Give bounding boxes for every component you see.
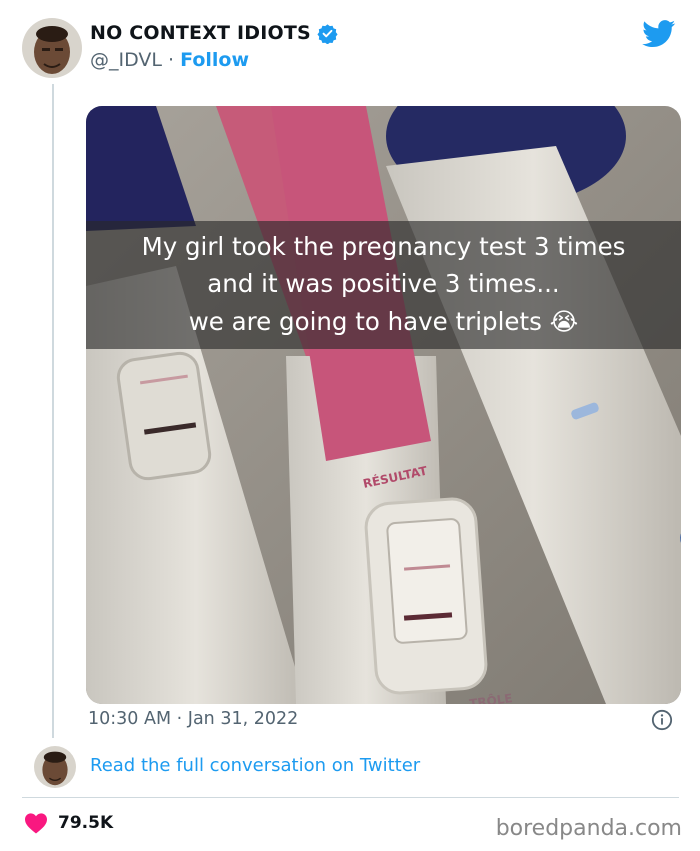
caption-line-3: we are going to have triplets 😭 <box>188 307 579 336</box>
caption-line-1: My girl took the pregnancy test 3 times <box>141 232 626 261</box>
timestamp[interactable]: 10:30 AM · Jan 31, 2022 <box>88 709 298 729</box>
reply-avatar[interactable] <box>34 746 76 788</box>
display-name[interactable]: NO CONTEXT IDIOTS <box>90 22 311 44</box>
read-full-conversation-link[interactable]: Read the full conversation on Twitter <box>90 755 420 776</box>
tweet-time[interactable]: 10:30 AM <box>88 709 171 729</box>
caption-overlay: My girl took the pregnancy test 3 times … <box>86 221 681 349</box>
like-count: 79.5K <box>58 813 114 833</box>
thread-line <box>52 84 54 738</box>
heart-icon <box>25 813 47 834</box>
pregnancy-tests-photo: Clear RÉSULTAT TRÔLE <box>86 106 681 704</box>
divider <box>22 797 679 798</box>
handle-row: @_IDVL · Follow <box>90 49 249 71</box>
caption-line-2: and it was positive 3 times... <box>207 269 560 298</box>
watermark: boredpanda.com <box>495 816 682 841</box>
like-button[interactable]: 79.5K <box>24 812 113 834</box>
verified-badge-icon <box>317 23 338 44</box>
handle[interactable]: @_IDVL <box>90 49 162 71</box>
avatar[interactable] <box>22 18 82 78</box>
tweet-date[interactable]: Jan 31, 2022 <box>188 709 298 729</box>
display-name-row[interactable]: NO CONTEXT IDIOTS <box>90 22 338 44</box>
follow-link[interactable]: Follow <box>180 49 249 71</box>
tweet-photo[interactable]: Clear RÉSULTAT TRÔLE My girl took the pr… <box>86 106 681 704</box>
twitter-bird-icon[interactable] <box>642 20 676 48</box>
separator: · <box>168 49 175 71</box>
info-icon[interactable] <box>651 709 673 731</box>
